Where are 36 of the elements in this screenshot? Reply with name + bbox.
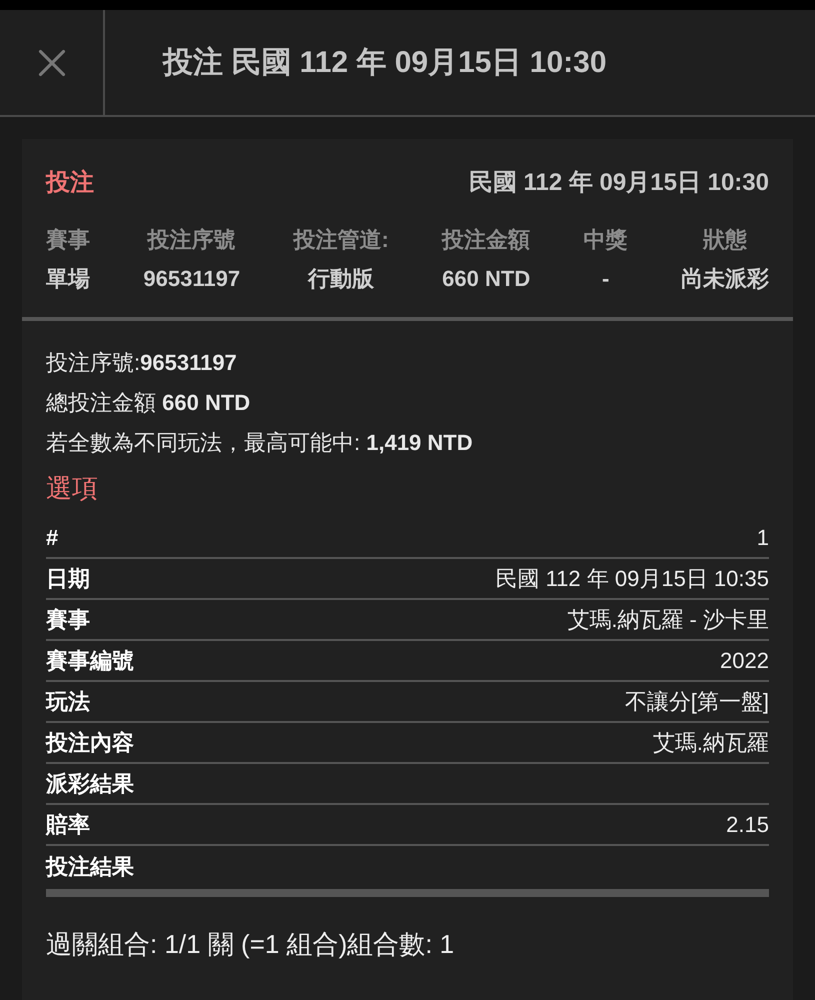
option-label: 派彩結果 [46,770,134,798]
option-value: 不讓分[第一盤] [624,688,769,716]
detail-text: 投注序號:96531197 [46,349,238,377]
summary-value: 96531197 [143,265,240,293]
bet-heading: 投注 [46,168,94,198]
option-label: 投注內容 [46,729,134,757]
options-heading: 選項 [46,472,99,505]
combination-text: 過關組合: 1/1 關 (=1 組合)組合數: 1 [46,928,456,961]
option-value: 1 [756,524,769,552]
summary-label: 投注序號 [148,226,236,254]
summary-value: 尚未派彩 [681,265,769,293]
summary-value: 單場 [46,265,90,293]
summary-value: 行動版 [308,265,374,293]
window-title: 投注 民國 112 年 09月15日 10:30 [163,45,607,81]
option-label: # [46,524,58,552]
option-label: 日期 [46,565,90,593]
bet-datetime: 民國 112 年 09月15日 10:30 [468,168,769,198]
summary-label: 賽事 [46,226,90,254]
option-value: 2022 [720,647,769,675]
option-label: 賠率 [46,811,90,839]
option-value: 艾瑪.納瓦羅 - 沙卡里 [567,606,769,634]
option-label: 賽事編號 [46,647,134,675]
summary-label: 投注管道: [293,226,389,254]
option-value: 民國 112 年 09月15日 10:35 [495,565,769,593]
detail-text: 若全數為不同玩法，最高可能中: 1,419 NTD [46,429,474,457]
option-value: 艾瑪.納瓦羅 [652,729,769,757]
option-label: 玩法 [46,688,90,716]
option-value: 2.15 [726,811,769,839]
summary-label: 中獎 [584,226,628,254]
summary-value: 660 NTD [442,265,530,293]
summary-label: 投注金額 [442,226,530,254]
option-label: 投注結果 [46,853,134,881]
summary-label: 狀態 [703,226,747,254]
detail-text: 總投注金額 660 NTD [46,389,252,417]
summary-value: - [602,265,610,293]
option-label: 賽事 [46,606,90,634]
